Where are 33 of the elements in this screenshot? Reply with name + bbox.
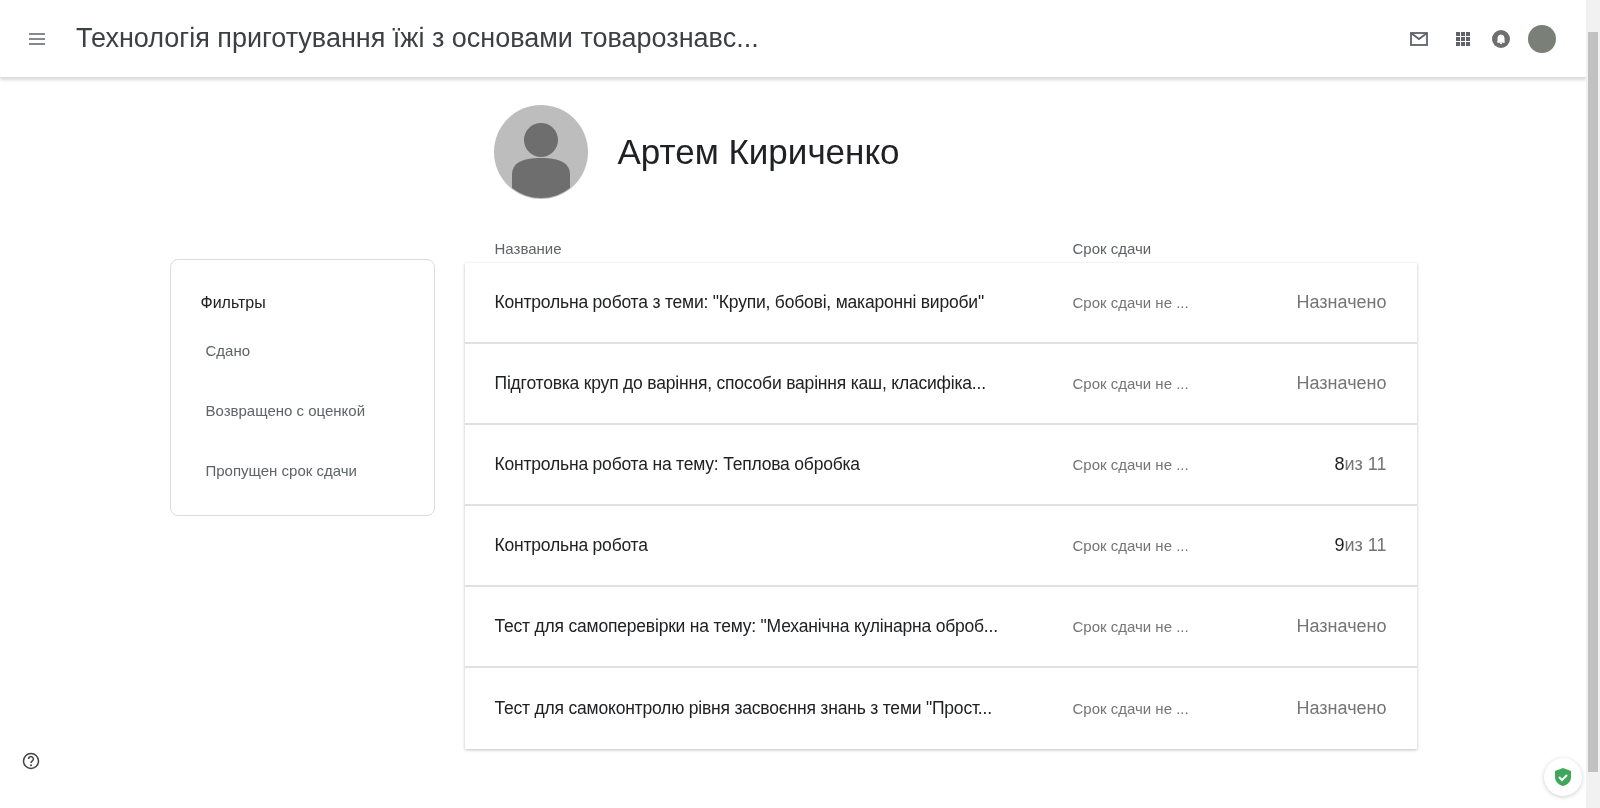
profile-silhouette-icon: [493, 105, 588, 199]
course-title: Технологія приготування їжі з основами товарознавс...: [76, 23, 760, 54]
grade: 9из 11: [1334, 535, 1387, 555]
shield-check-icon[interactable]: [1544, 758, 1582, 796]
filter-option[interactable]: Возвращено с оценкой: [200, 394, 404, 427]
filter-option[interactable]: Пропущен срок сдачи: [200, 454, 404, 487]
filter-option[interactable]: Сдано: [200, 334, 404, 367]
apps-grid-icon[interactable]: [1456, 31, 1470, 46]
assignment-status: Назначено: [1296, 698, 1387, 718]
assignment-title[interactable]: Тест для самоконтролю рівня засвоєння знань з теми "Прост...: [494, 698, 992, 718]
assignment-title[interactable]: Тест для самоперевірки на тему: "Механічна кулінарна оброб...: [494, 616, 998, 636]
user-avatar[interactable]: [1528, 24, 1556, 53]
due-date: Срок сдачи не ...: [1072, 618, 1189, 635]
assignment-status: Назначено: [1296, 616, 1387, 636]
assignment-title[interactable]: Підготовка круп до варіння, способи варіння каш, класифіка...: [494, 373, 986, 393]
assignment-title[interactable]: Контрольна робота з теми: "Крупи, бобові, макаронні вироби": [494, 292, 984, 312]
notification-bell-icon[interactable]: [1492, 29, 1510, 48]
student-name: Артем Кириченко: [617, 132, 900, 172]
column-header: Название: [494, 239, 562, 257]
due-date: Срок сдачи не ...: [1072, 456, 1189, 473]
due-date: Срок сдачи не ...: [1072, 537, 1189, 554]
filters-title: Фильтры: [200, 294, 267, 312]
column-header: Срок сдачи: [1072, 239, 1152, 257]
scrollbar[interactable]: [1586, 0, 1600, 808]
grade: 8из 11: [1334, 454, 1387, 474]
due-date: Срок сдачи не ...: [1072, 375, 1189, 392]
assignment-status: Назначено: [1296, 292, 1387, 312]
assignment-status: Назначено: [1296, 373, 1387, 393]
due-date: Срок сдачи не ...: [1072, 700, 1189, 717]
due-date: Срок сдачи не ...: [1072, 294, 1189, 311]
mail-icon[interactable]: [1410, 31, 1428, 46]
assignment-title[interactable]: Контрольна робота на тему: Теплова обробка: [494, 454, 860, 474]
assignment-title[interactable]: Контрольна робота: [494, 535, 648, 555]
